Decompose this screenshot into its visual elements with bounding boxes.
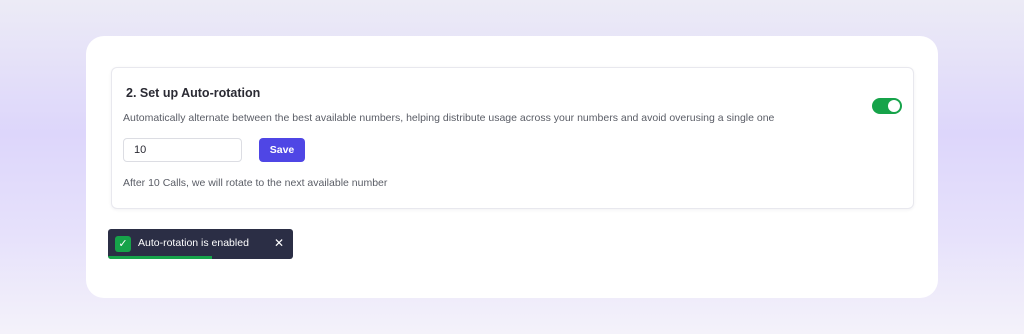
rotation-helper-text: After 10 Calls, we will rotate to the ne… (123, 177, 388, 189)
toggle-knob (888, 100, 900, 112)
section-title: 2. Set up Auto-rotation (126, 86, 261, 100)
save-button[interactable]: Save (259, 138, 305, 162)
rotation-count-input[interactable] (123, 138, 242, 162)
auto-rotation-toggle[interactable] (872, 98, 902, 114)
check-icon: ✓ (115, 236, 131, 252)
close-icon[interactable]: ✕ (272, 235, 286, 251)
toast-message: Auto-rotation is enabled (138, 237, 249, 249)
toast-progress-bar (108, 256, 212, 259)
section-description: Automatically alternate between the best… (123, 112, 775, 124)
auto-rotation-section: 2. Set up Auto-rotation Automatically al… (111, 67, 914, 209)
toast-notification: ✓ Auto-rotation is enabled ✕ (108, 229, 293, 259)
toast-progress-track (108, 256, 293, 259)
